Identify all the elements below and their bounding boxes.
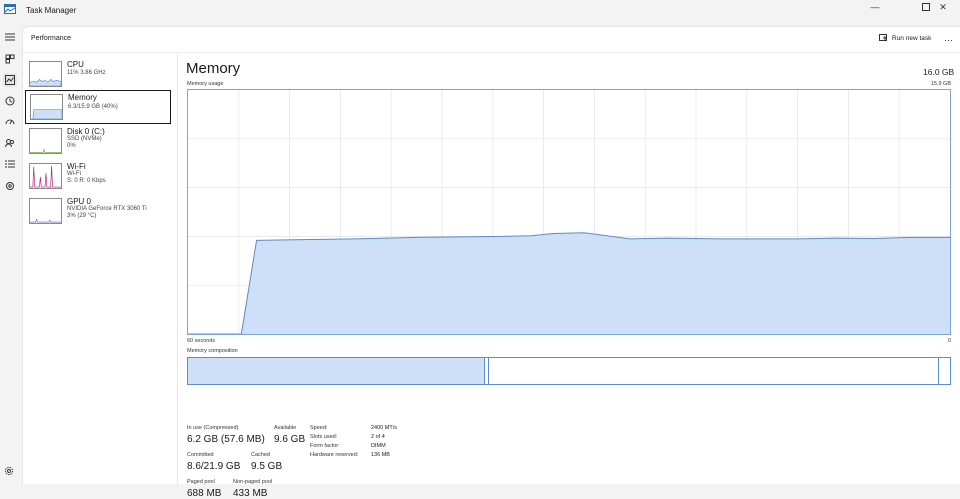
memory-usage-chart bbox=[188, 90, 950, 335]
wifi-thumbnail bbox=[29, 163, 62, 189]
perf-item-wifi[interactable]: Wi-Fi Wi-Fi S: 0 R: 0 Kbps bbox=[25, 160, 171, 193]
perf-item-disk[interactable]: Disk 0 (C:) SSD (NVMe) 0% bbox=[25, 125, 171, 158]
perf-item-memory[interactable]: Memory 6.3/15.9 GB (40%) bbox=[25, 90, 171, 124]
hardware-reserved-value: 136 MB bbox=[371, 452, 390, 458]
minimize-icon: — bbox=[870, 2, 880, 12]
app-history-icon[interactable] bbox=[3, 94, 17, 108]
run-new-task-button[interactable]: Run new task bbox=[879, 34, 931, 42]
perf-item-detail: Wi-Fi bbox=[67, 171, 81, 177]
available-label: Available bbox=[274, 425, 297, 431]
nonpaged-pool-label: Non-paged pool bbox=[233, 479, 273, 485]
cached-label: Cached bbox=[251, 452, 270, 458]
performance-sidebar: CPU 11% 3.86 GHz Memory 6.3/15.9 GB (40%… bbox=[23, 53, 178, 485]
perf-item-detail: 6.3/15.9 GB (40%) bbox=[68, 104, 118, 110]
performance-icon[interactable] bbox=[3, 73, 17, 87]
perf-item-gpu[interactable]: GPU 0 NVIDIA GeForce RTX 3060 Ti 3% (29 … bbox=[25, 195, 171, 228]
window-title: Task Manager bbox=[26, 6, 77, 15]
services-icon[interactable] bbox=[3, 179, 17, 193]
startup-apps-icon[interactable] bbox=[3, 115, 17, 129]
gpu-thumbnail bbox=[29, 198, 62, 224]
hamburger-menu-icon[interactable] bbox=[3, 30, 17, 44]
perf-item-name: Disk 0 (C:) bbox=[67, 127, 105, 136]
axis-right-label: 0 bbox=[947, 338, 951, 344]
memory-usage-label: Memory usage bbox=[187, 81, 224, 87]
in-use-label: In use (Compressed) bbox=[187, 425, 239, 431]
minimize-button[interactable]: — bbox=[858, 0, 892, 14]
speed-label: Speed: bbox=[310, 425, 328, 431]
composition-standby bbox=[488, 358, 939, 384]
title-bar: Task Manager — ✕ bbox=[0, 0, 960, 22]
perf-item-name: Memory bbox=[68, 93, 97, 102]
committed-label: Committed bbox=[187, 452, 214, 458]
perf-item-detail-2: S: 0 R: 0 Kbps bbox=[67, 178, 106, 184]
memory-composition-label: Memory composition bbox=[187, 348, 238, 354]
memory-usage-area bbox=[188, 232, 950, 334]
memory-composition-bar bbox=[187, 357, 951, 385]
memory-thumbnail bbox=[30, 94, 63, 120]
speed-value: 2400 MT/s bbox=[371, 425, 397, 431]
perf-item-detail-2: 0% bbox=[67, 143, 76, 149]
perf-item-cpu[interactable]: CPU 11% 3.86 GHz bbox=[25, 58, 171, 91]
perf-item-name: GPU 0 bbox=[67, 197, 92, 206]
perf-item-detail: 11% 3.86 GHz bbox=[67, 70, 106, 76]
memory-usage-max: 15.9 GB bbox=[930, 81, 951, 87]
cached-value: 9.5 GB bbox=[251, 461, 283, 472]
close-icon: ✕ bbox=[939, 1, 947, 12]
perf-item-detail: SSD (NVMe) bbox=[67, 136, 102, 142]
form-factor-value: DIMM bbox=[371, 443, 386, 449]
paged-pool-label: Paged pool bbox=[187, 479, 215, 485]
committed-value: 8.6/21.9 GB bbox=[187, 461, 241, 472]
content-panel: Performance Run new task … CPU 11% 3.86 … bbox=[22, 26, 960, 499]
disk-thumbnail bbox=[29, 128, 62, 154]
cpu-thumbnail bbox=[29, 61, 62, 87]
page-title: Performance bbox=[31, 35, 72, 42]
more-options-icon[interactable]: … bbox=[944, 33, 954, 43]
perf-item-name: Wi-Fi bbox=[67, 162, 86, 171]
close-button[interactable]: ✕ bbox=[926, 0, 960, 14]
task-manager-icon bbox=[4, 4, 16, 14]
nav-rail bbox=[0, 22, 22, 484]
settings-gear-icon[interactable] bbox=[4, 466, 14, 478]
users-icon[interactable] bbox=[3, 136, 17, 150]
details-icon[interactable] bbox=[3, 157, 17, 171]
perf-item-detail-2: 3% (29 °C) bbox=[67, 213, 97, 219]
perf-item-name: CPU bbox=[67, 60, 84, 69]
hardware-reserved-label: Hardware reserved: bbox=[310, 452, 359, 458]
run-task-icon bbox=[879, 34, 887, 41]
nonpaged-pool-value: 433 MB bbox=[233, 488, 268, 499]
in-use-value: 6.2 GB (57.6 MB) bbox=[187, 434, 265, 445]
available-value: 9.6 GB bbox=[274, 434, 306, 445]
memory-usage-graph bbox=[187, 89, 951, 335]
axis-left-label: 60 seconds bbox=[187, 338, 216, 344]
run-new-task-label: Run new task bbox=[892, 34, 932, 42]
slots-value: 2 of 4 bbox=[371, 434, 385, 440]
memory-total: 16.0 GB bbox=[923, 67, 955, 77]
slots-label: Slots used: bbox=[310, 434, 338, 440]
composition-in-use bbox=[188, 358, 486, 384]
perf-item-detail: NVIDIA GeForce RTX 3060 Ti bbox=[67, 206, 147, 212]
memory-title: Memory bbox=[186, 60, 241, 77]
processes-icon[interactable] bbox=[3, 52, 17, 66]
paged-pool-value: 688 MB bbox=[187, 488, 222, 499]
form-factor-label: Form factor: bbox=[310, 443, 340, 449]
